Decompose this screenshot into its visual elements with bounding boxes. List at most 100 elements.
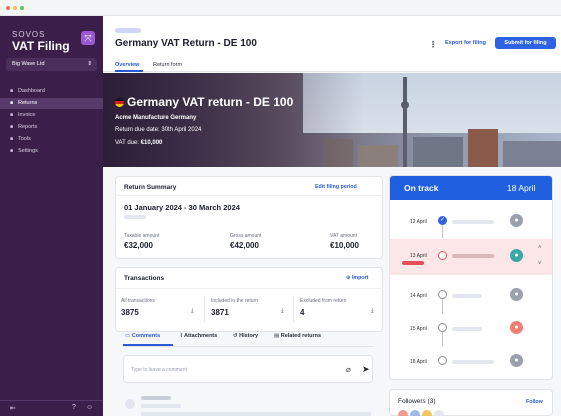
timeline-date: 12 April — [410, 219, 427, 225]
status-panel: On track 18 April 12 April ✓ ● 13 April … — [389, 175, 553, 380]
filing-period: 01 January 2024 - 30 March 2024 — [124, 203, 240, 212]
hero-vat-due: VAT due: €10,000 — [115, 140, 162, 146]
return-summary-card: Return Summary Edit filing period 01 Jan… — [115, 176, 384, 259]
hero-image-building — [503, 141, 561, 167]
timeline-date: 18 April — [410, 359, 427, 365]
user-avatar-icon: ● — [510, 249, 523, 262]
user-avatar-icon: ● — [510, 288, 523, 301]
hero-image-tower-ball — [401, 101, 409, 109]
timeline-connector — [442, 332, 443, 347]
sidebar-item-tools[interactable]: ■ Tools — [0, 134, 103, 145]
vat-due-label: VAT due: — [115, 140, 140, 146]
more-options-icon[interactable]: ⋮ — [429, 40, 437, 49]
germany-flag-icon — [115, 98, 124, 107]
sidebar-item-invoice[interactable]: ■ Invoice — [0, 110, 103, 121]
collapse-sidebar-icon[interactable]: ⇤ — [10, 404, 16, 412]
vat-amount-label: VAT amount — [330, 233, 357, 239]
check-icon: ✓ — [438, 216, 447, 225]
pending-circle-icon — [438, 323, 447, 332]
taxable-amount-label: Taxable amount — [124, 233, 160, 239]
tab-related-returns[interactable]: ▤ Related returns — [274, 333, 321, 339]
follower-avatar — [398, 410, 408, 416]
breadcrumb[interactable] — [115, 28, 141, 33]
overdue-bar — [402, 261, 424, 265]
all-transactions-label: All transactions — [121, 298, 155, 304]
sidebar-item-settings[interactable]: ■ Settings — [0, 146, 103, 157]
folder-icon: ■ — [10, 124, 14, 130]
vat-amount-value: €10,000 — [330, 241, 359, 250]
placeholder-bar — [141, 396, 171, 400]
transactions-card: Transactions ⊕ Import All transactions 3… — [115, 267, 384, 332]
import-button[interactable]: ⊕ Import — [346, 275, 368, 281]
user-avatar-icon: ● — [510, 321, 523, 334]
placeholder-bar — [141, 412, 371, 416]
send-icon[interactable]: ➤ — [362, 364, 370, 375]
timeline-connector — [442, 225, 443, 238]
timeline-row: 15 April ● — [390, 314, 552, 347]
submit-button[interactable]: Submit for filing — [495, 37, 556, 49]
document-icon: ▤ — [274, 333, 280, 339]
timeline-connector — [442, 299, 443, 314]
sidebar-item-label: Tools — [18, 136, 31, 142]
attach-icon[interactable]: ⌀ — [346, 365, 351, 374]
company-selector-value: Big Wave Ltd — [12, 61, 45, 67]
sidebar-item-label: Reports — [18, 124, 38, 130]
chevron-down-icon[interactable]: ˅ — [538, 261, 542, 267]
placeholder-bar — [452, 294, 482, 298]
export-button[interactable]: Export for filing — [445, 40, 486, 46]
status-header: On track 18 April — [390, 176, 552, 200]
maximize-window-icon[interactable] — [20, 6, 24, 10]
hero-image-tower — [403, 77, 407, 167]
expand-icon[interactable]: ⤧ — [81, 31, 95, 45]
history-icon: ↺ — [233, 333, 238, 339]
sidebar-footer: ⇤ ? ☺ — [0, 400, 103, 416]
tab-return-form[interactable]: Return form — [153, 62, 182, 68]
sidebar-item-reports[interactable]: ■ Reports — [0, 122, 103, 133]
all-transactions-value: 3875 — [121, 308, 139, 317]
user-icon[interactable]: ☺ — [86, 404, 93, 411]
sidebar-item-label: Returns — [18, 100, 38, 106]
close-window-icon[interactable] — [6, 6, 10, 10]
tab-overview[interactable]: Overview — [115, 62, 139, 68]
download-icon[interactable]: ⤓ — [281, 308, 284, 315]
download-icon[interactable]: ⤓ — [371, 308, 374, 315]
gross-amount-label: Gross amount — [230, 233, 262, 239]
hero-title: Germany VAT return - DE 100 — [127, 95, 294, 109]
chevron-up-icon[interactable]: ˄ — [538, 245, 542, 251]
tab-label: Comments — [131, 333, 161, 339]
brand-company: SOVOS — [12, 30, 46, 39]
sidebar-item-dashboard[interactable]: ■ Dashboard — [0, 86, 103, 97]
sidebar: SOVOS VAT Filing ⤧ Big Wave Ltd ⇕ ■ Dashb… — [0, 16, 103, 416]
tab-attachments[interactable]: ⌇ Attachments — [180, 333, 217, 339]
comment-input[interactable]: Type to leave a comment — [131, 367, 187, 373]
return-summary-title: Return Summary — [124, 184, 177, 191]
included-label: Included in the return — [211, 298, 258, 304]
user-avatar-icon: ● — [510, 214, 523, 227]
divider — [123, 346, 373, 347]
folder-icon: ■ — [10, 148, 14, 154]
help-icon[interactable]: ? — [72, 404, 76, 411]
tab-indicator — [115, 70, 143, 72]
timeline-date: 13 April — [410, 253, 427, 259]
download-icon[interactable]: ⤓ — [191, 308, 194, 315]
minimize-window-icon[interactable] — [13, 6, 17, 10]
user-avatar-icon: ● — [510, 354, 523, 367]
tab-comments[interactable]: ▭ Comments — [125, 333, 160, 339]
pending-circle-icon — [438, 356, 447, 365]
follow-button[interactable]: Follow — [526, 399, 543, 405]
follower-avatar — [410, 410, 420, 416]
comment-input-box[interactable]: Type to leave a comment ⌀ ➤ — [123, 355, 373, 383]
timeline-row: 13 April ● ˄ ˅ — [390, 239, 552, 275]
excluded-label: Excluded from return — [300, 298, 347, 304]
avatar — [125, 399, 135, 409]
company-selector[interactable]: Big Wave Ltd ⇕ — [6, 58, 97, 71]
tab-history[interactable]: ↺ History — [233, 333, 258, 339]
hero-banner: Germany VAT return - DE 100 Acme Manufac… — [103, 73, 561, 167]
brand-name: VAT Filing — [12, 39, 70, 53]
edit-filing-period-link[interactable]: Edit filing period — [315, 184, 357, 190]
placeholder-bar — [124, 215, 146, 219]
sidebar-item-returns[interactable]: ■ Returns — [0, 98, 103, 109]
pending-circle-icon — [438, 290, 447, 299]
placeholder-bar — [452, 220, 494, 224]
placeholder-bar — [452, 327, 482, 331]
